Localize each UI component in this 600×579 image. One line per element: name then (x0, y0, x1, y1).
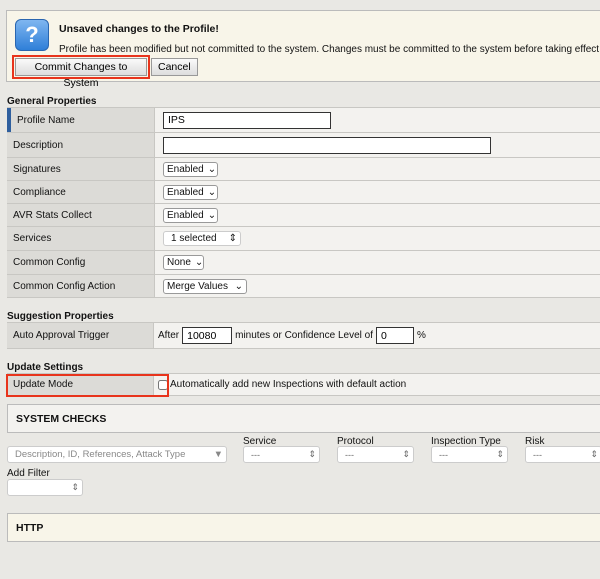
select-value: --- (251, 449, 260, 460)
field-label: AVR Stats Collect (7, 204, 155, 226)
field-label: Signatures (7, 158, 155, 180)
avr-row: AVR Stats Collect Enabled ⌄ (7, 204, 600, 227)
chevron-down-icon: ⌄ (207, 209, 217, 221)
field-label: Profile Name (7, 108, 155, 132)
http-section-header[interactable]: HTTP (7, 513, 600, 542)
signatures-row: Signatures Enabled ⌄ (7, 158, 600, 181)
services-row: Services 1 selected ⇕ (7, 227, 600, 251)
unsaved-changes-banner: ? Unsaved changes to the Profile! Profil… (6, 10, 600, 89)
minutes-input[interactable] (182, 327, 233, 344)
common-config-action-select[interactable]: Merge Values ⌄ (163, 278, 247, 294)
up-down-arrows-icon: ⇕ (308, 449, 316, 459)
select-value: 1 selected (171, 233, 217, 244)
up-down-arrows-icon: ⇕ (71, 482, 79, 492)
search-placeholder: Description, ID, References, Attack Type (15, 449, 186, 460)
common-config-action-row: Common Config Action Merge Values ⌄ (7, 275, 600, 298)
field-label: Services (7, 227, 155, 250)
auto-approval-row: Auto Approval Trigger After minutes or C… (7, 322, 600, 349)
select-value: --- (533, 449, 542, 460)
system-checks-header: SYSTEM CHECKS (7, 404, 600, 433)
field-label: Compliance (7, 181, 155, 203)
select-value: Enabled (167, 163, 204, 175)
select-value: Merge Values (167, 280, 228, 292)
description-row: Description (7, 133, 600, 158)
common-config-row: Common Config None ⌄ (7, 251, 600, 275)
risk-select[interactable]: --- ⇕ (525, 446, 600, 463)
confidence-label: minutes or Confidence Level of (235, 330, 373, 341)
question-icon: ? (15, 19, 49, 51)
field-label: Auto Approval Trigger (7, 323, 154, 348)
chevron-down-icon: ⌄ (207, 163, 217, 175)
chevron-down-icon: ⌄ (207, 186, 217, 198)
up-down-arrows-icon: ⇕ (402, 449, 410, 459)
avr-select[interactable]: Enabled ⌄ (163, 207, 218, 223)
field-label: Common Config Action (7, 275, 155, 297)
compliance-row: Compliance Enabled ⌄ (7, 181, 600, 204)
banner-title: Unsaved changes to the Profile! (59, 23, 219, 35)
add-filter-select[interactable]: ⇕ (7, 479, 83, 496)
commit-changes-button[interactable]: Commit Changes to System (15, 58, 147, 89)
section-title: General Properties (7, 96, 97, 107)
select-value: Enabled (167, 186, 204, 198)
select-value: Enabled (167, 209, 204, 221)
protocol-select[interactable]: --- ⇕ (337, 446, 414, 463)
up-down-arrows-icon: ⇕ (590, 449, 598, 459)
search-filter-input[interactable]: Description, ID, References, Attack Type… (7, 446, 227, 463)
signatures-select[interactable]: Enabled ⌄ (163, 161, 218, 177)
field-label: Description (7, 133, 155, 157)
chevron-down-icon: ⌄ (234, 280, 243, 292)
description-input[interactable] (163, 136, 491, 154)
profile-name-input[interactable] (163, 111, 331, 129)
highlight-box (6, 374, 169, 397)
confidence-input[interactable] (375, 327, 414, 344)
after-label: After (158, 330, 180, 341)
profile-name-row: Profile Name (7, 108, 600, 133)
banner-message: Profile has been modified but not commit… (59, 44, 600, 55)
common-config-select[interactable]: None ⌄ (163, 255, 204, 270)
add-filter-label: Add Filter (7, 468, 50, 479)
select-value: None (167, 257, 191, 268)
select-value: --- (439, 449, 448, 460)
select-value: --- (345, 449, 354, 460)
filter-icon: ▼ (213, 449, 223, 460)
percent-label: % (416, 330, 426, 341)
chevron-down-icon: ⌄ (194, 257, 204, 268)
up-down-arrows-icon: ⇕ (228, 233, 237, 244)
section-title: Update Settings (7, 362, 84, 373)
cancel-button[interactable]: Cancel (151, 58, 198, 76)
checkbox-label: Automatically add new Inspections with d… (170, 379, 407, 390)
section-title: Suggestion Properties (7, 311, 114, 322)
services-select[interactable]: 1 selected ⇕ (163, 231, 241, 246)
inspection-type-select[interactable]: --- ⇕ (431, 446, 508, 463)
up-down-arrows-icon: ⇕ (496, 449, 504, 459)
service-select[interactable]: --- ⇕ (243, 446, 320, 463)
compliance-select[interactable]: Enabled ⌄ (163, 184, 218, 200)
field-label: Common Config (7, 251, 155, 274)
